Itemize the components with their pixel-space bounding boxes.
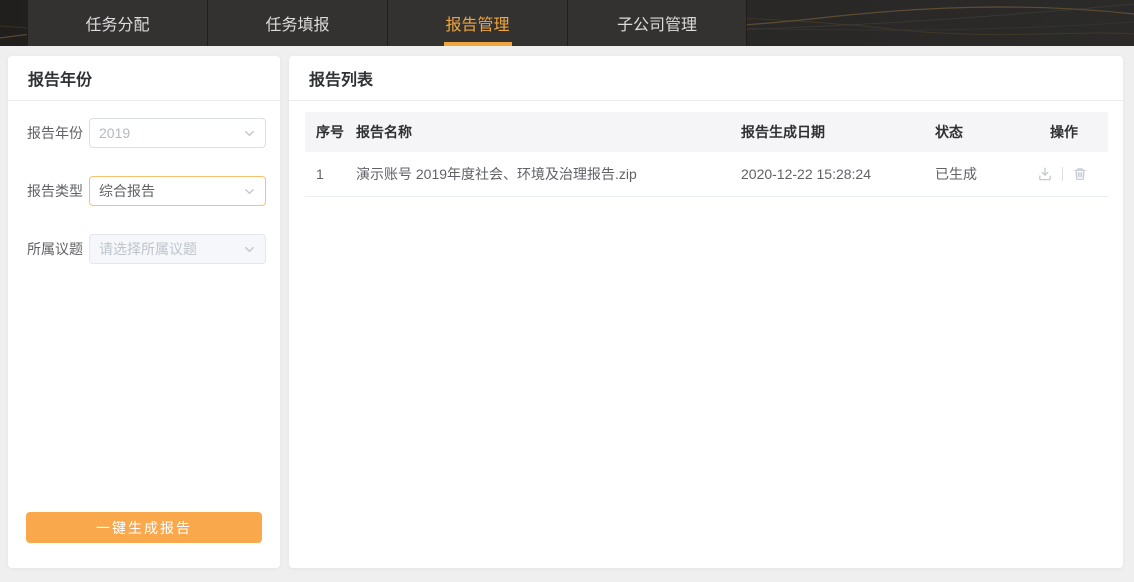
report-type-value: 综合报告 [99, 183, 155, 199]
form-row-report-type: 报告类型 综合报告 [27, 176, 266, 206]
tab-label: 子公司管理 [616, 17, 697, 34]
table-row: 1 演示账号 2019年度社会、环境及治理报告.zip 2020-12-22 1… [305, 152, 1108, 197]
report-table-header-row: 序号 报告名称 报告生成日期 状态 操作 [305, 112, 1108, 152]
col-header-status: 状态 [935, 124, 963, 140]
report-table: 序号 报告名称 报告生成日期 状态 操作 1 演示账号 2019年度社会、环境及… [305, 112, 1108, 197]
report-year-value: 2019 [99, 125, 131, 141]
row-index: 1 [316, 166, 324, 182]
nav-tabstrip: 任务分配 任务填报 报告管理 子公司管理 [27, 0, 747, 46]
tab-label: 任务分配 [85, 17, 150, 34]
report-year-label: 报告年份 [27, 125, 83, 141]
report-type-select[interactable]: 综合报告 [89, 176, 266, 206]
tab-subsidiary-management[interactable]: 子公司管理 [567, 0, 747, 46]
chevron-down-icon [243, 185, 256, 198]
col-header-index: 序号 [316, 124, 344, 140]
delete-icon[interactable] [1072, 166, 1088, 182]
top-nav-bar: 任务分配 任务填报 报告管理 子公司管理 [0, 0, 1134, 46]
topic-select[interactable]: 请选择所属议题 [89, 234, 266, 264]
left-panel-title: 报告年份 [28, 72, 93, 89]
tab-task-assignment[interactable]: 任务分配 [27, 0, 207, 46]
actions-divider [1062, 167, 1063, 181]
form-row-topic: 所属议题 请选择所属议题 [27, 234, 266, 264]
report-year-select[interactable]: 2019 [89, 118, 266, 148]
topic-label: 所属议题 [27, 241, 83, 257]
chevron-down-icon [243, 243, 256, 256]
report-list-panel: 报告列表 序号 报告名称 报告生成日期 状态 操作 1 演示账号 2019年度社… [289, 56, 1123, 568]
tab-task-filling[interactable]: 任务填报 [207, 0, 387, 46]
chevron-down-icon [243, 127, 256, 140]
row-name: 演示账号 2019年度社会、环境及治理报告.zip [356, 166, 637, 182]
report-filter-form: 报告年份 2019 报告类型 综合报告 所属议题 请选择所属议题 [8, 101, 280, 264]
tab-label: 报告管理 [445, 17, 510, 34]
tab-report-management[interactable]: 报告管理 [387, 0, 567, 46]
row-status: 已生成 [935, 166, 977, 182]
col-header-date: 报告生成日期 [741, 124, 825, 140]
row-date: 2020-12-22 15:28:24 [741, 166, 871, 182]
report-type-label: 报告类型 [27, 183, 83, 199]
right-panel-header: 报告列表 [289, 56, 1123, 101]
report-filter-panel: 报告年份 报告年份 2019 报告类型 综合报告 所属议题 请选择所属议题 一键… [8, 56, 280, 568]
row-actions [1039, 166, 1108, 182]
generate-report-button[interactable]: 一键生成报告 [26, 512, 262, 543]
download-icon[interactable] [1037, 166, 1053, 182]
col-header-name: 报告名称 [356, 124, 412, 140]
topic-placeholder: 请选择所属议题 [99, 241, 197, 257]
right-panel-title: 报告列表 [309, 72, 374, 89]
col-header-actions: 操作 [1050, 124, 1078, 140]
tab-label: 任务填报 [265, 17, 330, 34]
form-row-report-year: 报告年份 2019 [27, 118, 266, 148]
left-panel-header: 报告年份 [8, 56, 280, 101]
